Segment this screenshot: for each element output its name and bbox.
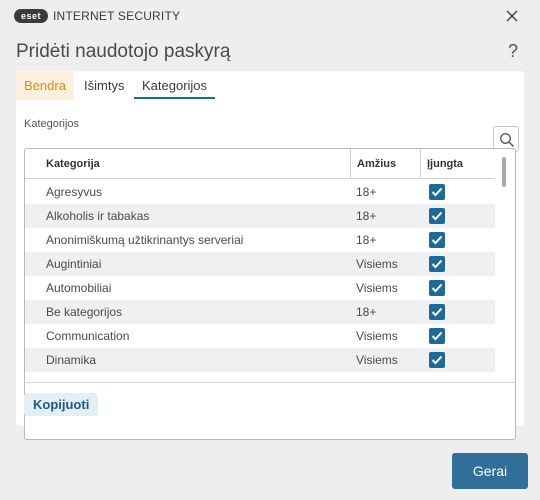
category-cell: Agresyvus: [46, 185, 103, 199]
table-body: Agresyvus 18+ Alkoholis ir tabakas 18+ A…: [25, 180, 495, 372]
enabled-checkbox[interactable]: [429, 256, 445, 272]
table-row[interactable]: Automobiliai Visiems: [25, 276, 495, 300]
enabled-checkbox[interactable]: [429, 208, 445, 224]
title-bar: eset INTERNET SECURITY: [0, 0, 540, 32]
table-scrollbar[interactable]: [502, 157, 506, 187]
checkmark-icon: [431, 211, 443, 221]
column-header-enabled[interactable]: Įjungta: [420, 149, 495, 179]
enabled-checkbox[interactable]: [429, 280, 445, 296]
divider: [24, 382, 516, 383]
checkmark-icon: [431, 331, 443, 341]
category-cell: Alkoholis ir tabakas: [46, 209, 150, 223]
age-cell: 18+: [356, 209, 377, 223]
close-button[interactable]: [502, 6, 522, 26]
eset-logo: eset: [14, 9, 48, 23]
table-header: Kategorija Amžius Įjungta: [25, 149, 495, 179]
checkmark-icon: [431, 283, 443, 293]
age-cell: 18+: [356, 233, 377, 247]
enabled-checkbox[interactable]: [429, 232, 445, 248]
tab-label: Kategorijos: [142, 78, 208, 93]
checkmark-icon: [431, 259, 443, 269]
category-cell: Automobiliai: [46, 281, 112, 295]
table-row[interactable]: Anonimiškumą užtikrinantys serveriai 18+: [25, 228, 495, 252]
checkmark-icon: [431, 187, 443, 197]
dialog-card: Bendra Išimtys Kategorijos Kategorijos K…: [16, 71, 524, 440]
column-header-age[interactable]: Amžius: [350, 149, 420, 179]
age-cell: Visiems: [356, 353, 398, 367]
table-row[interactable]: Augintiniai Visiems: [25, 252, 495, 276]
search-icon: [500, 133, 515, 148]
enabled-checkbox[interactable]: [429, 352, 445, 368]
help-icon[interactable]: ?: [508, 41, 518, 62]
table-row[interactable]: Alkoholis ir tabakas 18+: [25, 204, 495, 228]
ok-button[interactable]: Gerai: [452, 453, 528, 489]
table-row[interactable]: Communication Visiems: [25, 324, 495, 348]
age-cell: Visiems: [356, 329, 398, 343]
category-cell: Augintiniai: [46, 257, 102, 271]
tab-selected-indicator: [134, 97, 216, 99]
age-cell: Visiems: [356, 281, 398, 295]
checkmark-icon: [431, 307, 443, 317]
table-row[interactable]: Agresyvus 18+: [25, 180, 495, 204]
category-cell: Communication: [46, 329, 130, 343]
product-name: INTERNET SECURITY: [53, 9, 181, 23]
tab-kategorijos[interactable]: Kategorijos: [134, 71, 216, 100]
age-cell: 18+: [356, 185, 377, 199]
tab-bendra[interactable]: Bendra: [16, 71, 74, 100]
age-cell: Visiems: [356, 257, 398, 271]
enabled-checkbox[interactable]: [429, 328, 445, 344]
section-label: Kategorijos: [24, 118, 80, 130]
category-cell: Dinamika: [46, 353, 97, 367]
category-cell: Be kategorijos: [46, 305, 123, 319]
close-icon: [506, 10, 518, 22]
age-cell: 18+: [356, 305, 377, 319]
checkmark-icon: [431, 355, 443, 365]
table-row[interactable]: Dinamika Visiems: [25, 348, 495, 372]
column-header-category[interactable]: Kategorija: [40, 149, 356, 179]
table-row[interactable]: Be kategorijos 18+: [25, 300, 495, 324]
checkmark-icon: [431, 235, 443, 245]
dialog-title: Pridėti naudotojo paskyrą: [16, 41, 231, 62]
tab-isimtys[interactable]: Išimtys: [76, 71, 132, 100]
enabled-checkbox[interactable]: [429, 304, 445, 320]
category-cell: Anonimiškumą užtikrinantys serveriai: [46, 233, 244, 247]
enabled-checkbox[interactable]: [429, 184, 445, 200]
copy-button[interactable]: Kopijuoti: [24, 393, 99, 416]
